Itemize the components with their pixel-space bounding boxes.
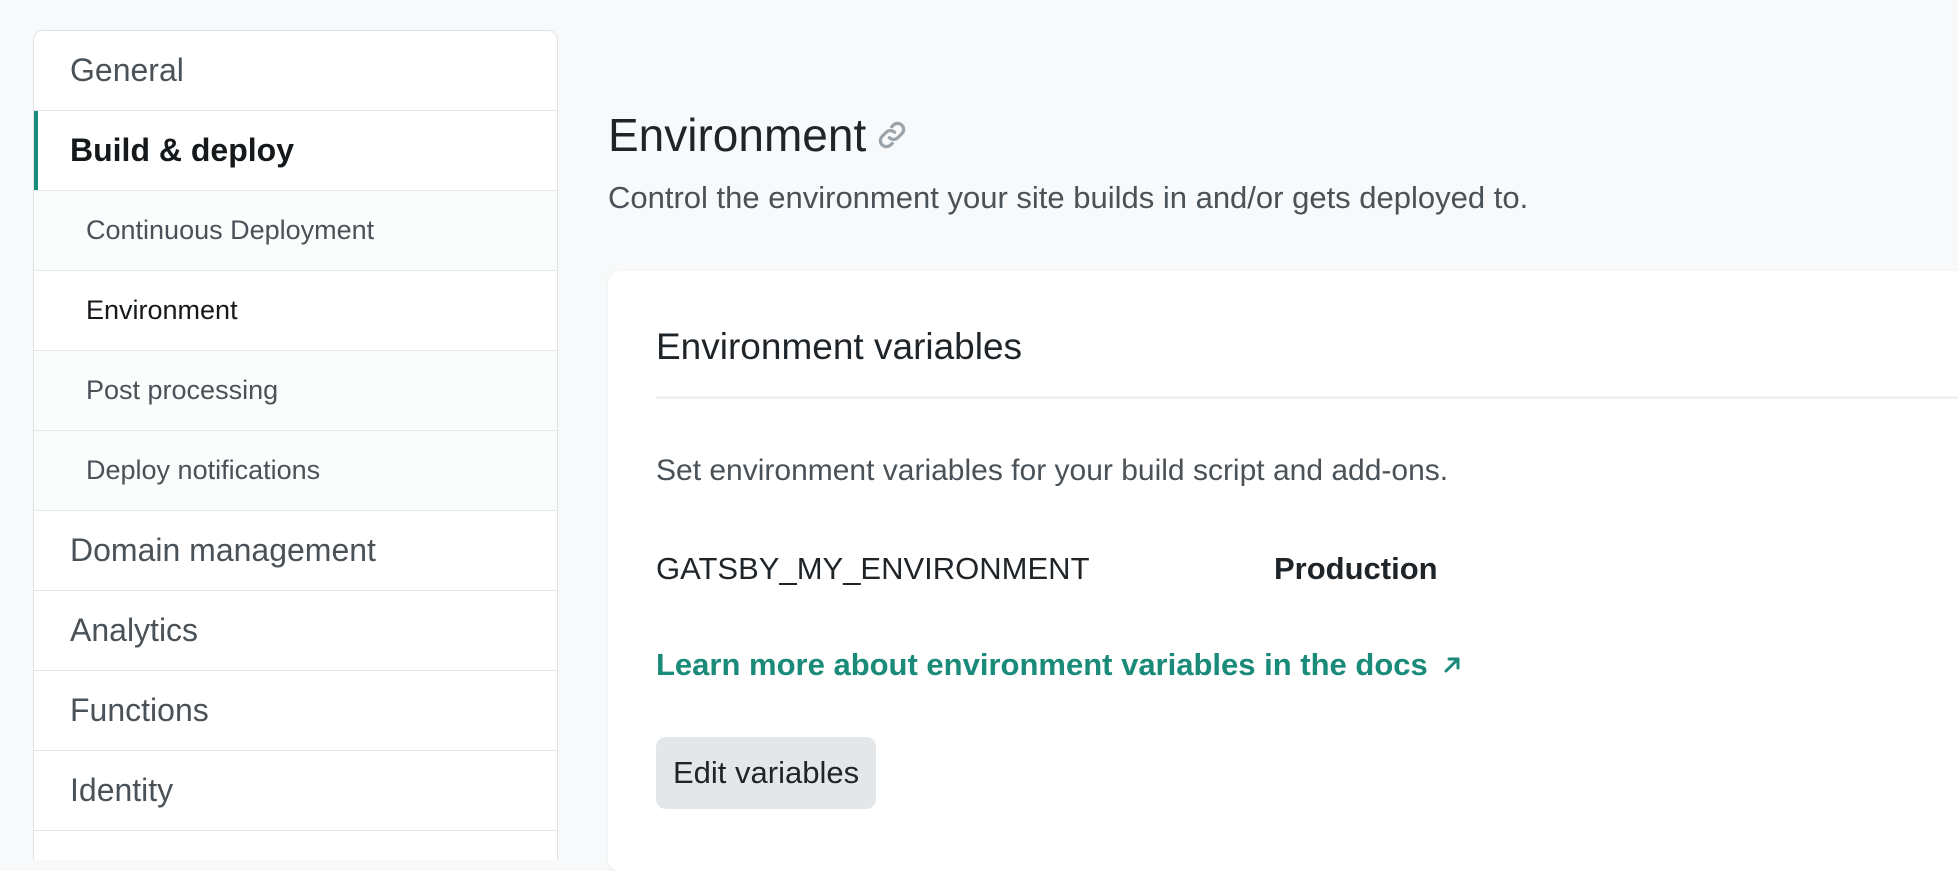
variable-key: GATSBY_MY_ENVIRONMENT bbox=[656, 551, 1090, 586]
sidebar-item-functions[interactable]: Functions bbox=[34, 671, 557, 751]
card-title: Environment variables bbox=[656, 326, 1023, 367]
sidebar-item-label: Environment bbox=[86, 295, 238, 325]
sidebar-subitem-deploy-notifications[interactable]: Deploy notifications bbox=[34, 431, 557, 511]
sidebar-item-label: Analytics bbox=[70, 612, 199, 648]
sidebar-subitem-continuous-deployment[interactable]: Continuous Deployment bbox=[34, 191, 557, 271]
sidebar-item-label: Build & deploy bbox=[70, 132, 294, 168]
page-title: Environment bbox=[608, 109, 867, 161]
arrow-up-right-icon bbox=[1440, 653, 1464, 677]
sidebar-item-label: Identity bbox=[70, 772, 174, 808]
sidebar-item-label: Continuous Deployment bbox=[86, 215, 375, 245]
variable-value: Production bbox=[1274, 551, 1438, 586]
main-content: Environment Control the environment your… bbox=[608, 0, 1958, 871]
settings-sidebar: General Build & deploy Continuous Deploy… bbox=[33, 30, 558, 860]
page-description: Control the environment your site builds… bbox=[608, 180, 1529, 215]
docs-link[interactable]: Learn more about environment variables i… bbox=[656, 647, 1464, 683]
edit-variables-button[interactable]: Edit variables bbox=[656, 737, 877, 809]
environment-variables-card: Environment variables Set environment va… bbox=[608, 271, 1958, 871]
sidebar-item-domain-management[interactable]: Domain management bbox=[34, 511, 557, 591]
link-icon[interactable] bbox=[876, 119, 908, 151]
sidebar-item-label: General bbox=[70, 52, 184, 88]
sidebar-subitem-post-processing[interactable]: Post processing bbox=[34, 351, 557, 431]
sidebar-item-general[interactable]: General bbox=[34, 31, 557, 111]
sidebar-item-label: Domain management bbox=[70, 532, 376, 568]
card-description: Set environment variables for your build… bbox=[656, 454, 1449, 487]
sidebar-item-label: Functions bbox=[70, 692, 209, 728]
card-divider bbox=[656, 396, 1958, 399]
sidebar-item-identity[interactable]: Identity bbox=[34, 751, 557, 831]
sidebar-subitem-environment[interactable]: Environment bbox=[34, 271, 557, 351]
sidebar-item-build-deploy[interactable]: Build & deploy bbox=[34, 111, 557, 191]
sidebar-item-analytics[interactable]: Analytics bbox=[34, 591, 557, 671]
docs-link-label: Learn more about environment variables i… bbox=[656, 647, 1428, 682]
sidebar-item-label: Deploy notifications bbox=[86, 455, 321, 485]
sidebar-item-label: Post processing bbox=[86, 375, 279, 405]
page-header: Environment bbox=[608, 108, 908, 162]
